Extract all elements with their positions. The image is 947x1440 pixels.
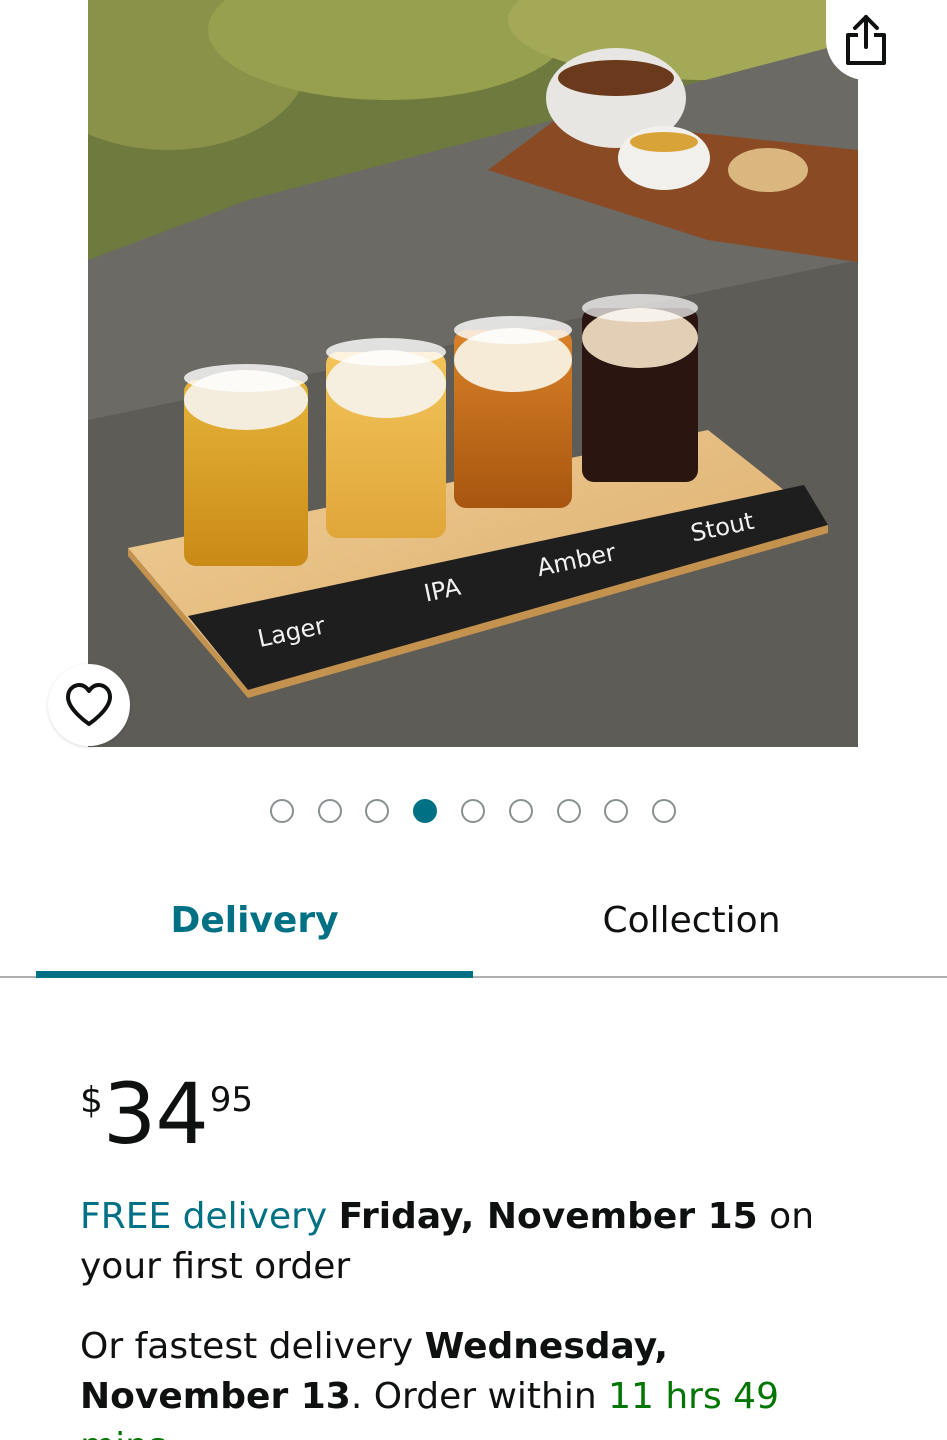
carousel-dot[interactable]: [509, 799, 533, 823]
carousel-dot[interactable]: [604, 799, 628, 823]
price: $ 34 95: [80, 1072, 253, 1162]
price-whole: 34: [102, 1065, 209, 1163]
carousel-dot-active[interactable]: [413, 799, 437, 823]
free-delivery-message: FREE delivery Friday, November 15 on you…: [80, 1192, 860, 1292]
tab-delivery[interactable]: Delivery: [36, 870, 473, 970]
carousel-dot[interactable]: [652, 799, 676, 823]
product-image[interactable]: Lager IPA Amber Stout: [88, 0, 858, 747]
price-currency-symbol: $: [80, 1080, 103, 1121]
carousel-dots: [0, 799, 947, 825]
tab-collection[interactable]: Collection: [473, 870, 910, 970]
carousel-dot[interactable]: [365, 799, 389, 823]
carousel-dot[interactable]: [270, 799, 294, 823]
product-photo: Lager IPA Amber Stout: [88, 0, 858, 747]
fulfilment-tabs: Delivery Collection: [0, 870, 947, 980]
free-delivery-link[interactable]: FREE delivery: [80, 1196, 327, 1237]
fastest-delivery-message: Or fastest delivery Wednesday, November …: [80, 1322, 860, 1440]
carousel-dot[interactable]: [318, 799, 342, 823]
heart-icon: [66, 683, 112, 726]
tab-active-indicator: [36, 971, 473, 978]
share-icon: [846, 15, 886, 65]
price-fraction: 95: [209, 1080, 254, 1120]
fastest-delivery-mid: . Order within: [350, 1376, 609, 1417]
carousel-dot[interactable]: [461, 799, 485, 823]
free-delivery-date: Friday, November 15: [338, 1196, 758, 1237]
wishlist-button[interactable]: [48, 664, 130, 746]
carousel-dot[interactable]: [557, 799, 581, 823]
share-button[interactable]: [826, 0, 906, 80]
fastest-delivery-prefix: Or fastest delivery: [80, 1326, 425, 1367]
